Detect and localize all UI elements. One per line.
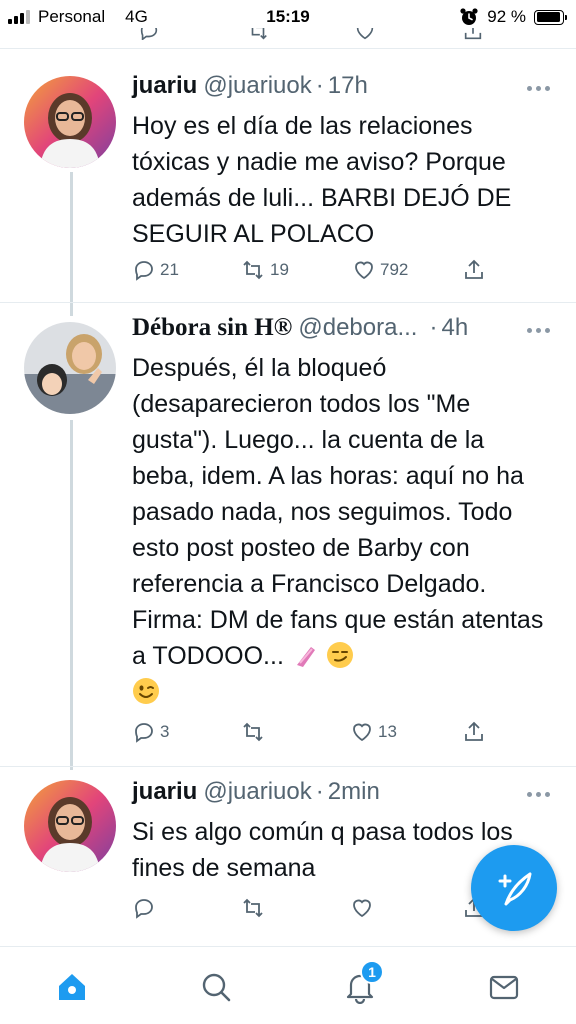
- nav-notifications[interactable]: 1: [340, 960, 384, 1007]
- divider: [0, 302, 576, 303]
- previous-tweet-actions: [0, 28, 576, 40]
- smirking-face-emoji: [326, 641, 354, 669]
- compose-tweet-button[interactable]: [471, 845, 557, 931]
- tweet-time[interactable]: 4h: [441, 314, 468, 342]
- avatar[interactable]: [24, 780, 116, 872]
- author-handle[interactable]: @juariuok: [203, 778, 311, 806]
- tweet-header: Débora sin H® @debora... · 4h: [132, 314, 552, 348]
- divider: [0, 48, 576, 49]
- like-icon: [355, 261, 373, 280]
- retweet-count: 19: [270, 260, 289, 279]
- like-button[interactable]: 13: [350, 720, 397, 744]
- tweet-header: juariu @juariuok · 17h: [132, 72, 552, 106]
- tweet-text: Después, él la bloqueó (desaparecieron t…: [132, 350, 552, 710]
- like-count: 792: [380, 260, 409, 279]
- tweet-header: juariu @juariuok · 2min: [132, 778, 552, 812]
- reply-icon[interactable]: [138, 28, 160, 40]
- share-button[interactable]: [462, 720, 486, 744]
- battery-icon: [534, 9, 567, 25]
- tweet[interactable]: juariu @juariuok · 17h Hoy es el día de …: [0, 68, 576, 298]
- avatar[interactable]: [24, 322, 116, 414]
- retweet-icon: [243, 260, 263, 280]
- nav-messages[interactable]: [484, 967, 524, 1007]
- like-icon: [353, 723, 371, 742]
- separator: ·: [429, 314, 438, 341]
- retweet-icon: [243, 722, 263, 742]
- home-icon: [59, 974, 85, 1000]
- retweet-button[interactable]: [240, 896, 266, 920]
- author-name[interactable]: Débora sin H®: [132, 314, 292, 342]
- retweet-icon[interactable]: [246, 28, 270, 40]
- author-handle[interactable]: @juariuok: [203, 72, 311, 100]
- divider: [0, 766, 576, 767]
- retweet-icon: [243, 898, 263, 918]
- separator: ·: [315, 72, 324, 99]
- reply-count: 3: [160, 722, 170, 741]
- retweet-button[interactable]: [240, 720, 270, 744]
- like-icon: [353, 899, 371, 918]
- nav-home[interactable]: [52, 967, 92, 1007]
- like-button[interactable]: [350, 896, 374, 920]
- like-icon[interactable]: [354, 28, 376, 40]
- reply-icon: [135, 723, 153, 743]
- reply-button[interactable]: 21: [132, 258, 179, 282]
- tweet-actions: 3 13: [132, 720, 492, 750]
- feather-plus-icon: [498, 872, 532, 906]
- author-handle[interactable]: @debora...: [298, 314, 417, 342]
- tweet-actions: [132, 896, 492, 926]
- like-count: 13: [378, 722, 397, 741]
- more-options-icon[interactable]: [527, 792, 550, 797]
- reply-count: 21: [160, 260, 179, 279]
- share-button[interactable]: [462, 258, 486, 282]
- winking-face-emoji: [132, 677, 160, 705]
- reply-button[interactable]: 3: [132, 720, 169, 744]
- share-icon: [465, 721, 483, 741]
- more-options-icon[interactable]: [527, 328, 550, 333]
- reply-icon: [135, 261, 153, 281]
- tweet-time[interactable]: 17h: [328, 72, 368, 100]
- tweet-actions: 21 19 792: [132, 258, 492, 288]
- mail-icon: [489, 975, 519, 1000]
- retweet-button[interactable]: 19: [240, 258, 289, 282]
- share-icon[interactable]: [462, 28, 484, 40]
- more-options-icon[interactable]: [527, 86, 550, 91]
- like-button[interactable]: 792: [352, 258, 408, 282]
- bottom-navigation: 1: [0, 946, 576, 1024]
- author-name[interactable]: juariu: [132, 72, 197, 100]
- separator: ·: [315, 778, 324, 805]
- nav-search[interactable]: [196, 967, 236, 1007]
- reply-icon: [135, 899, 153, 919]
- alarm-clock-icon: [460, 8, 478, 25]
- tweet-time[interactable]: 2min: [328, 778, 380, 806]
- tweet[interactable]: Débora sin H® @debora... · 4h Después, é…: [0, 310, 576, 760]
- share-icon: [465, 259, 483, 279]
- search-icon: [202, 973, 231, 1002]
- nail-polish-emoji: [291, 641, 319, 669]
- avatar[interactable]: [24, 76, 116, 168]
- tweet-text-content: Después, él la bloqueó (desaparecieron t…: [132, 354, 544, 670]
- author-name[interactable]: juariu: [132, 778, 197, 806]
- battery-percent: 92 %: [487, 7, 526, 26]
- notification-badge: 1: [360, 960, 384, 984]
- tweet-text: Hoy es el día de las relaciones tóxicas …: [132, 112, 512, 248]
- reply-button[interactable]: [132, 896, 156, 920]
